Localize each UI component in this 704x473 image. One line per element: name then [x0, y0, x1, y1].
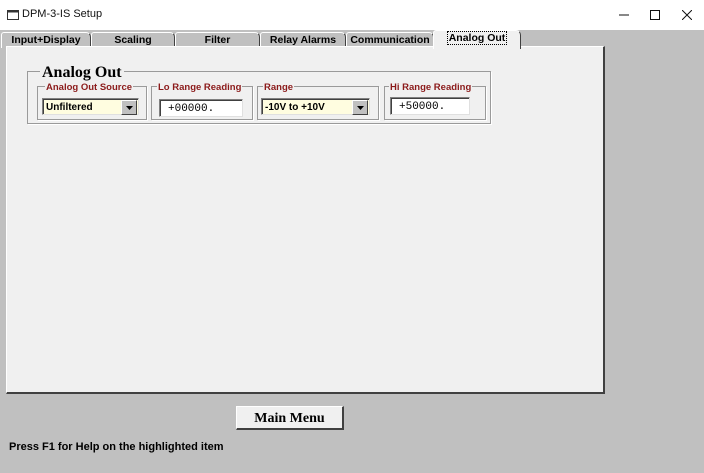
- lo-range-label: Lo Range Reading: [157, 82, 243, 93]
- range-select[interactable]: -10V to +10V: [261, 98, 370, 115]
- maximize-button[interactable]: [642, 4, 668, 26]
- lo-range-input[interactable]: +00000.: [159, 99, 243, 117]
- range-dropdown-button[interactable]: [352, 100, 368, 115]
- hi-range-input[interactable]: +50000.: [390, 97, 470, 115]
- source-select[interactable]: Unfiltered: [42, 98, 139, 115]
- tab-analog-out[interactable]: Analog Out: [433, 30, 521, 49]
- group-title: Analog Out: [40, 64, 124, 82]
- source-value: Unfiltered: [46, 102, 93, 113]
- chevron-down-icon: [125, 105, 133, 110]
- minimize-button[interactable]: [611, 4, 637, 26]
- main-menu-button[interactable]: Main Menu: [236, 406, 344, 430]
- source-label: Analog Out Source: [45, 82, 134, 93]
- hi-range-label: Hi Range Reading: [389, 82, 473, 93]
- range-value: -10V to +10V: [265, 102, 325, 113]
- range-label: Range: [263, 82, 295, 93]
- window-title: DPM-3-IS Setup: [22, 8, 103, 20]
- source-dropdown-button[interactable]: [121, 100, 137, 115]
- minimize-icon: [619, 14, 629, 16]
- help-text: Press F1 for Help on the highlighted ite…: [9, 441, 224, 453]
- close-icon: [682, 10, 692, 20]
- chevron-down-icon: [356, 105, 364, 110]
- close-button[interactable]: [674, 4, 700, 26]
- title-bar: DPM-3-IS Setup: [0, 0, 704, 30]
- app-icon: [7, 10, 19, 20]
- maximize-icon: [650, 10, 660, 20]
